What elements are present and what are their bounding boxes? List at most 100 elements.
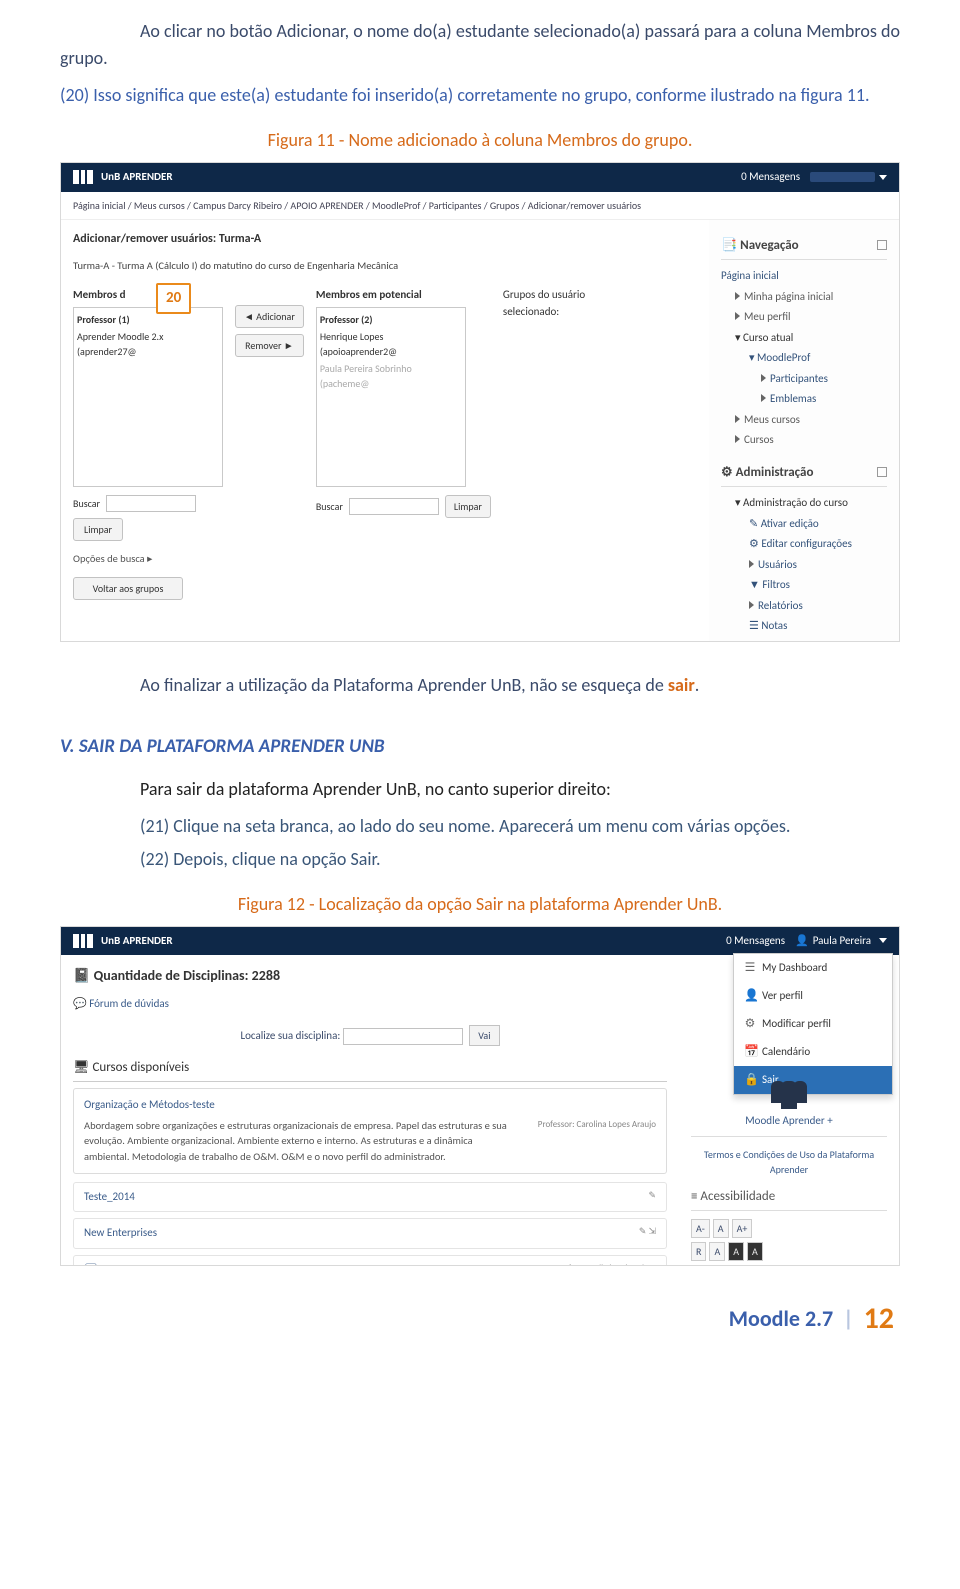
- course-row[interactable]: New Enterprises✎ ⇲: [73, 1218, 667, 1249]
- search-discipline-label: Localize sua disciplina:: [240, 1029, 340, 1042]
- nav-link-current[interactable]: ▾ Curso atual: [721, 328, 887, 349]
- user-dropdown-menu: ☰My Dashboard 👤Ver perfil ⚙Modificar per…: [733, 953, 893, 1095]
- group-description: Turma-A - Turma A (Cálculo I) do matutin…: [73, 258, 697, 274]
- brand-label: UnB APRENDER: [101, 933, 173, 950]
- contrast-buttons: R A A A: [691, 1242, 887, 1261]
- admin-settings[interactable]: ⚙ Editar configurações: [721, 534, 887, 555]
- menu-profile[interactable]: 👤Ver perfil: [734, 982, 892, 1010]
- nav-link-badges[interactable]: Emblemas: [721, 389, 887, 410]
- admin-reports[interactable]: Relatórios: [721, 596, 887, 617]
- menu-dashboard[interactable]: ☰My Dashboard: [734, 954, 892, 982]
- admin-course[interactable]: ▾ Administração do curso: [721, 493, 887, 514]
- font-size-buttons: A- A A+: [691, 1219, 887, 1238]
- nav-link-mycourses[interactable]: Meus cursos: [721, 410, 887, 431]
- list-item[interactable]: Professor (2): [320, 311, 462, 328]
- admin-grades[interactable]: ☰ Notas: [721, 616, 887, 637]
- terms-link[interactable]: Termos e Condições de Uso da Plataforma …: [691, 1147, 887, 1177]
- search-options-link[interactable]: Opções de busca ▸: [73, 551, 223, 567]
- unb-logo-icon: [73, 170, 93, 184]
- figure12-caption: Figura 12 - Localização da opção Sair na…: [60, 891, 900, 918]
- figure-12: UnB APRENDER 0 Mensagens 👤Paula Pereira …: [60, 926, 900, 1266]
- group-heading: Adicionar/remover usuários: Turma-A: [73, 230, 697, 248]
- admin-block-title: Administração: [736, 465, 814, 480]
- font-larger[interactable]: A+: [732, 1219, 753, 1238]
- search-label: Buscar: [316, 499, 343, 514]
- course-professor: Professor: Carolina Lopes Araujo: [526, 1118, 656, 1165]
- members-header: Membros d: [73, 287, 223, 304]
- potential-listbox[interactable]: Professor (2) Henrique Lopes (apoioapren…: [316, 307, 466, 487]
- page-footer: Moodle 2.7 | 12: [60, 1296, 900, 1351]
- back-to-groups-button[interactable]: Voltar aos grupos: [73, 577, 183, 600]
- admin-filters[interactable]: ▼ Filtros: [721, 575, 887, 596]
- course-title[interactable]: Organização e Métodos-teste: [84, 1097, 656, 1114]
- contrast-a3[interactable]: A: [747, 1242, 763, 1261]
- potential-header: Membros em potencial: [316, 287, 491, 304]
- footer-product: Moodle 2.7: [729, 1302, 833, 1335]
- unb-logo-icon: [73, 934, 93, 948]
- menu-calendar[interactable]: 📅Calendário: [734, 1038, 892, 1066]
- clear-button[interactable]: Limpar: [73, 518, 123, 541]
- search-discipline-input[interactable]: [343, 1028, 463, 1045]
- figure-11: UnB APRENDER 0 Mensagens Página inicial …: [60, 162, 900, 642]
- nav-link-home[interactable]: Página inicial: [721, 266, 887, 287]
- paragraph-step20: (20) Isso significa que este(a) estudant…: [60, 82, 900, 109]
- search-go-button[interactable]: Vai: [469, 1025, 499, 1046]
- course-row[interactable]: Teste_2014✎: [73, 1182, 667, 1213]
- collapse-icon[interactable]: [877, 240, 887, 250]
- course-row[interactable]: 🖥 Course DescriptionProfessor: Eli Sique…: [73, 1255, 667, 1266]
- menu-logout[interactable]: 🔒Sair: [734, 1066, 892, 1094]
- collapse-icon[interactable]: [877, 467, 887, 477]
- caret-down-icon: [879, 938, 887, 943]
- list-item[interactable]: Aprender Moodle 2.x (aprender27@: [77, 328, 219, 360]
- list-item[interactable]: Paula Pereira Sobrinho (pacheme@: [320, 360, 462, 392]
- messages-label[interactable]: 0 Mensagens: [741, 169, 800, 186]
- remove-button[interactable]: Remover ►: [235, 334, 304, 357]
- nav-link-myhome[interactable]: Minha página inicial: [721, 287, 887, 308]
- add-button[interactable]: ◄ Adicionar: [235, 305, 304, 328]
- nav-link-moodleprof[interactable]: ▾ MoodleProf: [721, 348, 887, 369]
- discipline-count: 📓 Quantidade de Disciplinas: 2288: [73, 965, 667, 986]
- font-default[interactable]: A: [713, 1219, 729, 1238]
- paragraph-logout-intro: Para sair da plataforma Aprender UnB, no…: [60, 776, 900, 803]
- search-label: Buscar: [73, 496, 100, 511]
- footer-page-number: 12: [864, 1296, 894, 1341]
- paragraph-intro: Ao clicar no botão Adicionar, o nome do(…: [60, 18, 900, 72]
- breadcrumb[interactable]: Página inicial / Meus cursos / Campus Da…: [61, 192, 899, 220]
- list-item[interactable]: Professor (1): [77, 311, 219, 328]
- callout-20: 20: [156, 283, 191, 314]
- user-menu[interactable]: 👤Paula Pereira: [795, 933, 887, 950]
- course-description: Abordagem sobre organizações e estrutura…: [84, 1118, 516, 1165]
- caret-down-icon: [879, 175, 887, 180]
- user-menu[interactable]: [810, 172, 887, 182]
- members-listbox[interactable]: Professor (1) Aprender Moodle 2.x (apren…: [73, 307, 223, 487]
- clear-button[interactable]: Limpar: [445, 495, 491, 518]
- forum-link[interactable]: 💬 Fórum de dúvidas: [73, 996, 667, 1013]
- contrast-a2[interactable]: A: [728, 1242, 744, 1261]
- course-card[interactable]: Organização e Métodos-teste Abordagem so…: [73, 1088, 667, 1174]
- figure11-caption: Figura 11 - Nome adicionado à coluna Mem…: [60, 127, 900, 154]
- step-22: (22) Depois, clique na opção Sair.: [140, 846, 900, 873]
- user-groups-header: Grupos do usuário selecionado:: [503, 287, 613, 320]
- nav-link-courses[interactable]: Cursos: [721, 430, 887, 451]
- brand-label: UnB APRENDER: [101, 169, 173, 186]
- contrast-a1[interactable]: A: [709, 1242, 725, 1261]
- messages-label[interactable]: 0 Mensagens: [726, 933, 785, 950]
- moodle-top-bar: UnB APRENDER 0 Mensagens: [61, 163, 899, 192]
- menu-modify[interactable]: ⚙Modificar perfil: [734, 1010, 892, 1038]
- accessibility-title: ≡ Acessibilidade: [691, 1187, 887, 1212]
- admin-outcome[interactable]: ✔ Resultado da aprendizagem: [721, 637, 887, 643]
- contrast-reset[interactable]: R: [691, 1242, 706, 1261]
- font-smaller[interactable]: A-: [691, 1219, 710, 1238]
- admin-edit[interactable]: ✎ Ativar edição: [721, 514, 887, 535]
- nav-link-participants[interactable]: Participantes: [721, 369, 887, 390]
- paragraph-after-fig11: Ao finalizar a utilização da Plataforma …: [60, 672, 900, 699]
- nav-block-title: Navegação: [740, 238, 799, 253]
- potential-search-input[interactable]: [349, 498, 439, 515]
- section-5-heading: V. SAIR DA PLATAFORMA APRENDER UNB: [60, 733, 900, 762]
- list-item[interactable]: Henrique Lopes (apoioaprender2@: [320, 328, 462, 360]
- members-search-input[interactable]: [106, 495, 196, 512]
- available-courses-heading: 🖥 Cursos disponíveis: [73, 1058, 667, 1083]
- nav-link-profile[interactable]: Meu perfil: [721, 307, 887, 328]
- step-21: (21) Clique na seta branca, ao lado do s…: [140, 813, 900, 840]
- admin-users[interactable]: Usuários: [721, 555, 887, 576]
